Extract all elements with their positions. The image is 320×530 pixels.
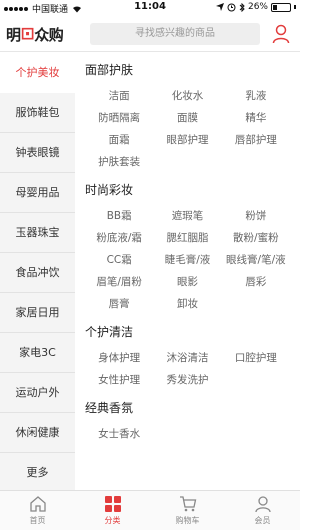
subcategory-link[interactable]: 眉笔/眉粉: [85, 271, 153, 293]
battery-icon: [271, 2, 291, 12]
tab-cart[interactable]: 购物车: [150, 491, 225, 530]
subcategory-link[interactable]: CC霜: [85, 249, 153, 271]
header: 明 ⊡ 众购 寻找感兴趣的商品: [0, 16, 300, 52]
tab-member[interactable]: 会员: [225, 491, 300, 530]
subcategory-link[interactable]: BB霜: [85, 205, 153, 227]
subcategory-link[interactable]: 散粉/蜜粉: [222, 227, 290, 249]
subcategory-link[interactable]: 洁面: [85, 85, 153, 107]
tab-label: 分类: [104, 516, 121, 525]
subcategory-panel: 面部护肤 洁面 化妆水 乳液 防晒隔离 面膜 精华 面霜 眼部护理 唇部护理 护…: [75, 53, 300, 490]
bottom-tab-bar: 首页 分类 购物车 会员: [0, 490, 300, 530]
sidebar-item-more[interactable]: 更多: [0, 453, 75, 490]
tab-label: 购物车: [175, 516, 200, 525]
subcategory-link[interactable]: 面膜: [153, 107, 221, 129]
subcategory-link[interactable]: 防晒隔离: [85, 107, 153, 129]
subcategory-link[interactable]: 唇彩: [222, 271, 290, 293]
subcategory-link[interactable]: 化妆水: [153, 85, 221, 107]
subcategory-link[interactable]: 精华: [222, 107, 290, 129]
subcategory-link[interactable]: 唇膏: [85, 293, 153, 315]
subcategory-link[interactable]: 口腔护理: [222, 347, 290, 369]
section-fragrance: 经典香氛 女士香水: [75, 393, 300, 445]
section-title: 经典香氛: [85, 401, 134, 415]
sidebar-item-outdoor[interactable]: 运动户外: [0, 373, 75, 413]
battery-percent: 26%: [247, 2, 268, 12]
location-icon: [215, 3, 224, 11]
home-icon: [29, 496, 46, 512]
sidebar-item-appliances[interactable]: 家电3C: [0, 333, 75, 373]
logo-prefix: 明: [6, 25, 21, 44]
subcategory-link[interactable]: 面霜: [85, 129, 153, 151]
subcategory-link[interactable]: 女士香水: [85, 423, 153, 445]
status-right: 26%: [215, 2, 296, 12]
subcategory-link[interactable]: 秀发洗护: [153, 369, 221, 391]
category-icon: [104, 496, 121, 512]
subcategory-link[interactable]: 腮红胭脂: [153, 227, 221, 249]
subcategory-link[interactable]: 遮瑕笔: [153, 205, 221, 227]
cart-icon: [179, 496, 196, 512]
bluetooth-icon: [239, 2, 245, 12]
sidebar-item-leisure[interactable]: 休闲健康: [0, 413, 75, 453]
tab-home[interactable]: 首页: [0, 491, 75, 530]
subcategory-link[interactable]: 唇部护理: [222, 129, 290, 151]
sidebar-item-beauty[interactable]: 个护美妆: [0, 53, 75, 93]
subcategory-link[interactable]: 女性护理: [85, 369, 153, 391]
subcategory-link[interactable]: 粉底液/霜: [85, 227, 153, 249]
section-title: 时尚彩妆: [85, 183, 134, 197]
member-icon: [254, 496, 271, 513]
tab-label: 会员: [254, 516, 271, 525]
section-title: 面部护肤: [85, 63, 134, 77]
subcategory-link[interactable]: 乳液: [222, 85, 290, 107]
section-makeup: 时尚彩妆 BB霜 遮瑕笔 粉饼 粉底液/霜 腮红胭脂 散粉/蜜粉 CC霜 睫毛膏…: [75, 175, 300, 315]
sidebar-item-home[interactable]: 家居日用: [0, 293, 75, 333]
subcategory-link[interactable]: 睫毛膏/液: [153, 249, 221, 271]
sidebar-item-baby[interactable]: 母婴用品: [0, 173, 75, 213]
subcategory-link[interactable]: 卸妆: [153, 293, 221, 315]
sidebar-item-watches[interactable]: 钟表眼镜: [0, 133, 75, 173]
sidebar-item-apparel[interactable]: 服饰鞋包: [0, 93, 75, 133]
subcategory-link[interactable]: 身体护理: [85, 347, 153, 369]
subcategory-link[interactable]: 眼线膏/笔/液: [222, 249, 290, 271]
section-title: 个护清洁: [85, 325, 134, 339]
category-sidebar: 个护美妆 服饰鞋包 钟表眼镜 母婴用品 玉器珠宝 食品冲饮 家居日用 家电3C …: [0, 53, 75, 490]
user-icon[interactable]: [272, 24, 290, 44]
sidebar-item-food[interactable]: 食品冲饮: [0, 253, 75, 293]
subcategory-link[interactable]: 护肤套装: [85, 151, 153, 173]
section-personal-care: 个护清洁 身体护理 沐浴清洁 口腔护理 女性护理 秀发洗护: [75, 317, 300, 391]
status-bar: 中国联通 11:04 26%: [0, 0, 300, 16]
app-logo[interactable]: 明 ⊡ 众购: [6, 22, 76, 46]
section-skincare: 面部护肤 洁面 化妆水 乳液 防晒隔离 面膜 精华 面霜 眼部护理 唇部护理 护…: [75, 55, 300, 173]
subcategory-link[interactable]: 粉饼: [222, 205, 290, 227]
subcategory-link[interactable]: 沐浴清洁: [153, 347, 221, 369]
logo-mark: ⊡: [20, 24, 35, 44]
tab-category[interactable]: 分类: [75, 491, 150, 530]
sidebar-item-jewelry[interactable]: 玉器珠宝: [0, 213, 75, 253]
alarm-icon: [227, 3, 236, 11]
tab-label: 首页: [29, 516, 46, 525]
subcategory-link[interactable]: 眼影: [153, 271, 221, 293]
subcategory-link[interactable]: 眼部护理: [153, 129, 221, 151]
search-input[interactable]: 寻找感兴趣的商品: [90, 23, 260, 45]
logo-suffix: 众购: [34, 25, 64, 44]
